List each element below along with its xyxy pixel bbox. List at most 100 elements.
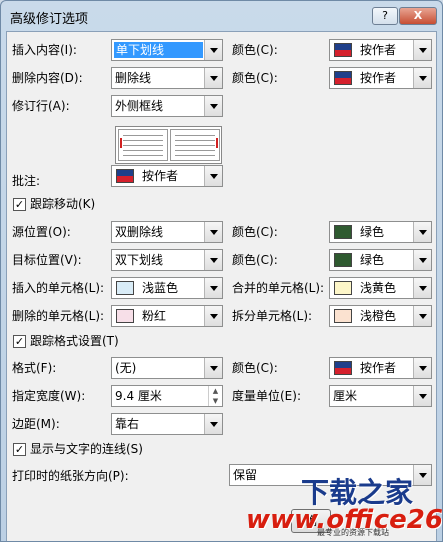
- formatting-value: (无): [115, 361, 137, 375]
- dialog-content: 插入内容(I): 单下划线 颜色(C): 按作者 删除内容(D): 删除线 颜色…: [6, 31, 437, 541]
- merged-cells-combo[interactable]: 浅黄色: [329, 277, 432, 299]
- preferred-width-spinner[interactable]: 9.4 厘米 ▲ ▼: [111, 385, 223, 407]
- pink-swatch-icon: [116, 309, 134, 323]
- split-cells-label: 拆分单元格(L):: [232, 309, 313, 323]
- close-button[interactable]: X: [399, 7, 437, 25]
- show-lines-checkbox[interactable]: ✓: [13, 443, 26, 456]
- light-blue-swatch-icon: [116, 281, 134, 295]
- chevron-down-icon[interactable]: [413, 358, 431, 378]
- margin-value: 靠右: [115, 417, 140, 431]
- watermark-tagline: 最专业的资源下载站: [317, 528, 389, 537]
- show-lines-label: 显示与文字的连线(S): [30, 442, 143, 456]
- insertions-color-label: 颜色(C):: [232, 43, 278, 57]
- chevron-down-icon[interactable]: [204, 358, 222, 378]
- title-bar: 高级修订选项 ? X: [1, 1, 442, 31]
- deletions-label: 删除内容(D):: [12, 71, 83, 85]
- chevron-down-icon[interactable]: [204, 222, 222, 242]
- deletions-color-value: 按作者: [360, 71, 397, 85]
- light-orange-swatch-icon: [334, 309, 352, 323]
- comments-color-combo[interactable]: 按作者: [111, 165, 223, 187]
- insertions-combo[interactable]: 单下划线: [111, 39, 223, 61]
- chevron-down-icon[interactable]: [413, 465, 431, 485]
- moved-to-color-label: 颜色(C):: [232, 253, 278, 267]
- preview-page-left: [118, 129, 168, 161]
- track-moves-label: 跟踪移动(K): [30, 197, 96, 211]
- formatting-combo[interactable]: (无): [111, 357, 223, 379]
- moved-from-label: 源位置(O):: [12, 225, 71, 239]
- moved-to-value: 双下划线: [115, 253, 164, 267]
- advanced-track-changes-dialog: 高级修订选项 ? X 插入内容(I): 单下划线 颜色(C): 按作者 删除内容…: [0, 0, 443, 542]
- formatting-color-label: 颜色(C):: [232, 361, 278, 375]
- author-color-swatch-icon: [116, 169, 134, 183]
- chevron-down-icon[interactable]: [413, 278, 431, 298]
- light-yellow-swatch-icon: [334, 281, 352, 295]
- chevron-down-icon[interactable]: [204, 250, 222, 270]
- measure-unit-label: 度量单位(E):: [232, 389, 301, 403]
- inserted-cells-combo[interactable]: 浅蓝色: [111, 277, 223, 299]
- moved-from-color-value: 绿色: [360, 225, 385, 239]
- track-moves-checkbox[interactable]: ✓: [13, 198, 26, 211]
- chevron-down-icon[interactable]: [204, 166, 222, 186]
- moved-from-value: 双删除线: [115, 225, 164, 239]
- green-swatch-icon: [334, 225, 352, 239]
- moved-to-color-combo[interactable]: 绿色: [329, 249, 432, 271]
- formatting-color-value: 按作者: [360, 361, 397, 375]
- chevron-down-icon[interactable]: [413, 68, 431, 88]
- preview-page-right: [170, 129, 220, 161]
- margin-label: 边距(M):: [12, 417, 60, 431]
- comments-color-value: 按作者: [142, 169, 179, 183]
- deletions-color-label: 颜色(C):: [232, 71, 278, 85]
- paper-orientation-value: 保留: [233, 468, 258, 482]
- moved-to-color-value: 绿色: [360, 253, 385, 267]
- chevron-down-icon[interactable]: [413, 306, 431, 326]
- moved-from-color-label: 颜色(C):: [232, 225, 278, 239]
- margin-combo[interactable]: 靠右: [111, 413, 223, 435]
- chevron-down-icon[interactable]: [413, 222, 431, 242]
- deleted-cells-label: 删除的单元格(L):: [12, 309, 105, 323]
- comments-label: 批注:: [12, 174, 41, 188]
- deletions-value: 删除线: [115, 71, 152, 85]
- track-formatting-label: 跟踪格式设置(T): [30, 334, 119, 348]
- insertions-color-combo[interactable]: 按作者: [329, 39, 432, 61]
- split-cells-value: 浅橙色: [360, 309, 397, 323]
- preferred-width-label: 指定宽度(W):: [12, 389, 86, 403]
- spinner-arrows-icon[interactable]: ▲ ▼: [208, 386, 222, 406]
- preferred-width-value: 9.4 厘米: [115, 389, 162, 403]
- split-cells-combo[interactable]: 浅橙色: [329, 305, 432, 327]
- chevron-down-icon[interactable]: [204, 278, 222, 298]
- inserted-cells-value: 浅蓝色: [142, 281, 179, 295]
- chevron-down-icon[interactable]: [413, 40, 431, 60]
- merged-cells-value: 浅黄色: [360, 281, 397, 295]
- deleted-cells-value: 粉红: [142, 309, 167, 323]
- chevron-down-icon[interactable]: [204, 414, 222, 434]
- changed-lines-label: 修订行(A):: [12, 99, 70, 113]
- moved-to-combo[interactable]: 双下划线: [111, 249, 223, 271]
- chevron-down-icon[interactable]: [204, 96, 222, 116]
- moved-from-color-combo[interactable]: 绿色: [329, 221, 432, 243]
- changed-lines-preview: [115, 126, 222, 164]
- help-button[interactable]: ?: [372, 7, 398, 25]
- changed-lines-combo[interactable]: 外侧框线: [111, 95, 223, 117]
- moved-from-combo[interactable]: 双删除线: [111, 221, 223, 243]
- measure-unit-combo[interactable]: 厘米: [329, 385, 432, 407]
- green-swatch-icon: [334, 253, 352, 267]
- insertions-value: 单下划线: [114, 42, 203, 58]
- author-color-swatch-icon: [334, 43, 352, 57]
- author-color-swatch-icon: [334, 361, 352, 375]
- chevron-down-icon[interactable]: [204, 68, 222, 88]
- deleted-cells-combo[interactable]: 粉红: [111, 305, 223, 327]
- deletions-combo[interactable]: 删除线: [111, 67, 223, 89]
- track-formatting-checkbox[interactable]: ✓: [13, 335, 26, 348]
- inserted-cells-label: 插入的单元格(L):: [12, 281, 105, 295]
- merged-cells-label: 合并的单元格(L):: [232, 281, 325, 295]
- formatting-color-combo[interactable]: 按作者: [329, 357, 432, 379]
- chevron-down-icon[interactable]: [413, 386, 431, 406]
- moved-to-label: 目标位置(V):: [12, 253, 82, 267]
- chevron-down-icon[interactable]: [204, 306, 222, 326]
- dialog-title: 高级修订选项: [10, 12, 89, 27]
- changed-lines-value: 外侧框线: [115, 99, 164, 113]
- author-color-swatch-icon: [334, 71, 352, 85]
- chevron-down-icon[interactable]: [413, 250, 431, 270]
- deletions-color-combo[interactable]: 按作者: [329, 67, 432, 89]
- chevron-down-icon[interactable]: [204, 40, 222, 60]
